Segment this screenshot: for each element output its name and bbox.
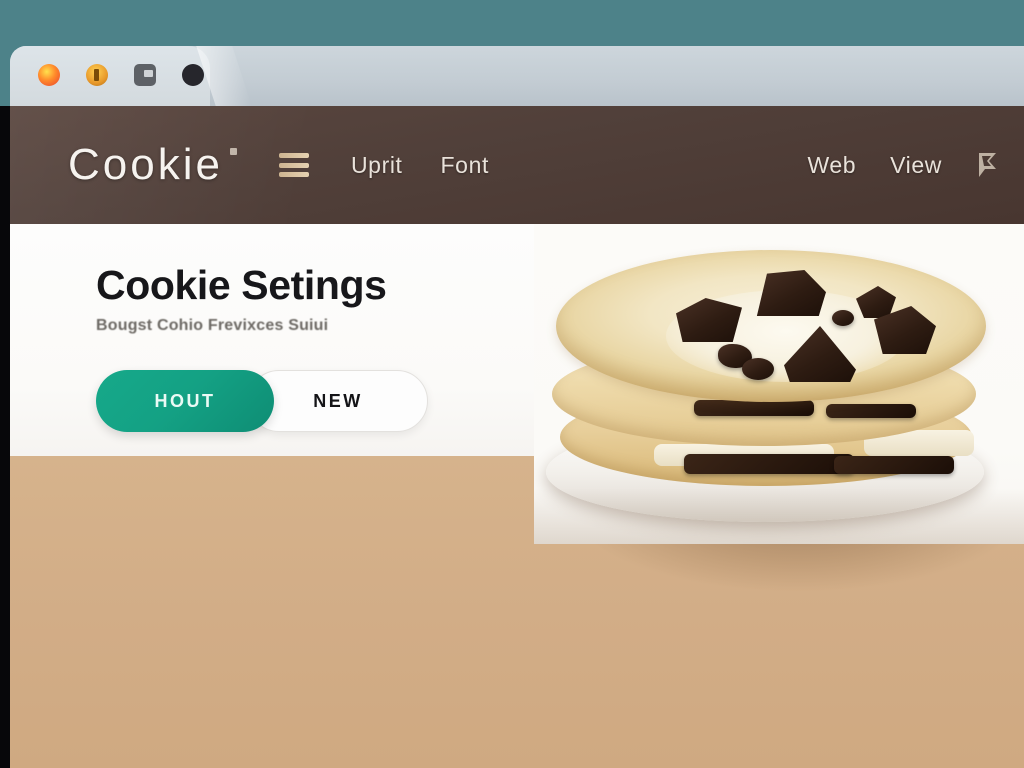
secondary-nav: Web View (807, 151, 1000, 179)
brand-text: Cookie (68, 140, 223, 189)
hamburger-line (278, 162, 309, 168)
firefox-icon[interactable] (38, 64, 60, 86)
chocolate-layer (694, 400, 814, 416)
chocolate-chip (742, 358, 774, 380)
hamburger-line (278, 153, 309, 158)
cookie-top (556, 250, 986, 402)
primary-nav: Uprit Font (351, 152, 489, 179)
new-button[interactable]: NEW (248, 370, 428, 432)
chocolate-layer (684, 454, 854, 474)
cookie-stack-photo (534, 224, 1024, 544)
hout-button[interactable]: HOUT (96, 370, 274, 432)
viewport-left-edge (0, 106, 10, 768)
desktop-backdrop: Cookie Uprit Font Web View Cookie Seting… (0, 0, 1024, 768)
browser-tab-bar (10, 46, 1024, 106)
dot-icon[interactable] (182, 64, 204, 86)
nav-item-font[interactable]: Font (441, 152, 489, 179)
page-subtitle: Bougst Cohio Frevixces Suiui (96, 317, 329, 335)
browser-window: Cookie Uprit Font Web View Cookie Seting… (0, 0, 1024, 768)
photo-bottom-shadow (534, 488, 1024, 544)
hamburger-line (278, 172, 309, 177)
chocolate-layer (834, 456, 954, 474)
site-header: Cookie Uprit Font Web View (10, 106, 1024, 224)
tab-icon-group (38, 64, 204, 86)
brand-logo[interactable]: Cookie (68, 140, 237, 190)
nav-item-web[interactable]: Web (807, 152, 856, 179)
brand-accent-dot (229, 148, 237, 155)
action-button-row: HOUT NEW (96, 370, 428, 432)
hamburger-icon[interactable] (278, 153, 309, 177)
nav-item-uprit[interactable]: Uprit (351, 152, 403, 179)
chocolate-chip (832, 310, 854, 326)
coin-icon[interactable] (86, 64, 108, 86)
camera-icon[interactable] (134, 64, 156, 86)
chocolate-layer (826, 404, 916, 418)
chocolate-chunk (756, 270, 826, 316)
hero-copy: Cookie Setings Bougst Cohio Frevixces Su… (96, 262, 526, 335)
flag-icon[interactable] (976, 151, 1000, 179)
page-title: Cookie Setings (96, 262, 387, 308)
nav-item-view[interactable]: View (890, 152, 942, 179)
